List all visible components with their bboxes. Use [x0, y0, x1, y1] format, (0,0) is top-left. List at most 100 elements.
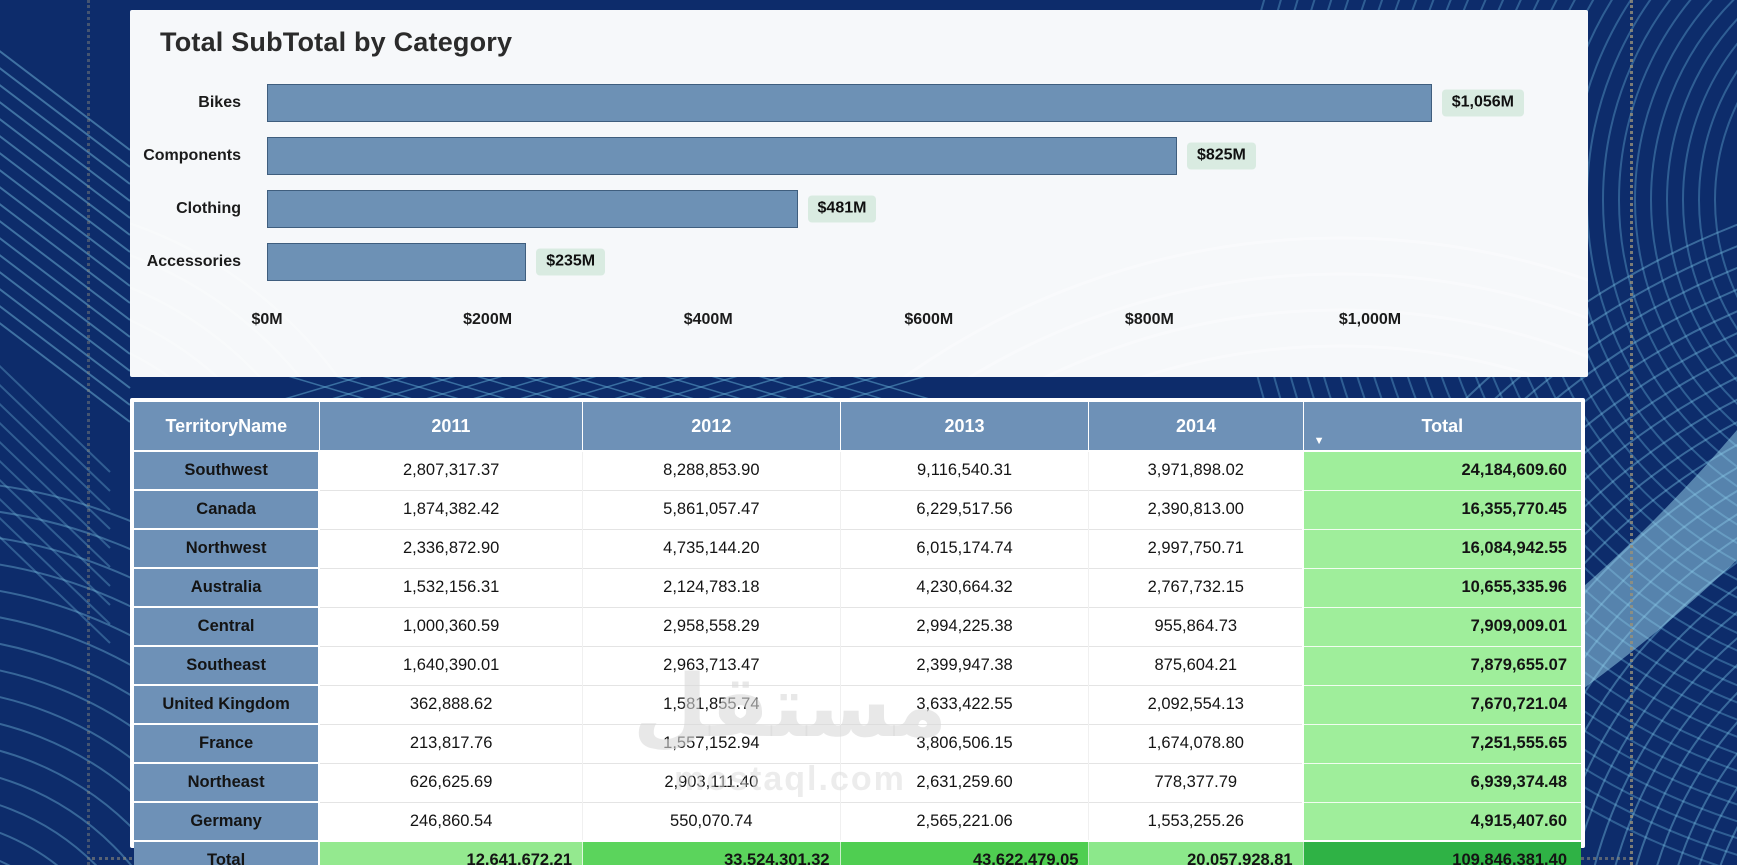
total-cell[interactable]: 43,622,479.05 [840, 840, 1090, 865]
table-row: France 213,817.76 1,557,152.94 3,806,506.15… [134, 723, 1581, 763]
background-decoration [130, 350, 270, 377]
bar-row: Components $825M [130, 137, 1588, 175]
x-axis-tick: $600M [904, 311, 954, 328]
row-label[interactable]: United Kingdom [134, 684, 321, 724]
table-cell[interactable]: 10,655,335.96 [1302, 567, 1581, 607]
category-label: Components [143, 147, 241, 164]
table-cell[interactable]: 3,806,506.15 [840, 723, 1090, 763]
row-label[interactable]: Canada [134, 489, 321, 529]
axis-track: $0M $200M $400M $600M $800M $1,000M [251, 311, 1563, 333]
x-axis: $0M $200M $400M $600M $800M $1,000M [130, 311, 1588, 333]
table-cell[interactable]: 6,015,174.74 [840, 528, 1090, 568]
table-cell[interactable]: 2,092,554.13 [1088, 684, 1304, 724]
table-cell[interactable]: 4,735,144.20 [582, 528, 841, 568]
table-cell[interactable]: 3,633,422.55 [840, 684, 1090, 724]
table-cell[interactable]: 1,874,382.42 [319, 489, 584, 529]
table-cell[interactable]: 2,767,732.15 [1088, 567, 1304, 607]
background-decoration [0, 305, 131, 406]
table-cell[interactable]: 2,390,813.00 [1088, 489, 1304, 529]
table-cell[interactable]: 1,532,156.31 [319, 567, 584, 607]
table-cell[interactable]: 24,184,609.60 [1302, 450, 1581, 490]
table-cell[interactable]: 2,631,259.60 [840, 762, 1090, 802]
table-cell[interactable]: 1,000,360.59 [319, 606, 584, 646]
matrix-table-visual: TerritoryName 2011 2012 2013 2014 Total ▼ Sout… [130, 398, 1585, 865]
table-cell[interactable]: 778,377.79 [1088, 762, 1304, 802]
table-cell[interactable]: 2,958,558.29 [582, 606, 841, 646]
table-row: Canada 1,874,382.42 5,861,057.47 6,229,517.… [134, 489, 1581, 529]
row-label[interactable]: Germany [134, 801, 321, 841]
column-header-territoryname[interactable]: TerritoryName [134, 402, 320, 452]
table-cell[interactable]: 1,581,855.74 [582, 684, 841, 724]
table-cell[interactable]: 362,888.62 [319, 684, 584, 724]
table-cell[interactable]: 1,640,390.01 [319, 645, 584, 685]
table-cell[interactable]: 3,971,898.02 [1088, 450, 1304, 490]
table-cell[interactable]: 7,251,555.65 [1302, 723, 1581, 763]
total-cell[interactable]: 12,641,672.21 [319, 840, 584, 865]
column-header-2014[interactable]: 2014 [1088, 402, 1304, 452]
column-header-2013[interactable]: 2013 [840, 402, 1090, 452]
background-decoration [0, 517, 111, 625]
category-label: Clothing [176, 200, 241, 217]
bar-accessories[interactable] [267, 243, 527, 281]
table-cell[interactable]: 2,124,783.18 [582, 567, 841, 607]
table-cell[interactable]: 626,625.69 [319, 762, 584, 802]
table-cell[interactable]: 6,229,517.56 [840, 489, 1090, 529]
table-cell[interactable]: 2,963,713.47 [582, 645, 841, 685]
table-cell[interactable]: 8,288,853.90 [582, 450, 841, 490]
table-cell[interactable]: 4,915,407.60 [1302, 801, 1581, 841]
bar-clothing[interactable] [267, 190, 798, 228]
column-header-total[interactable]: Total ▼ [1303, 402, 1581, 452]
table-cell[interactable]: 955,864.73 [1088, 606, 1304, 646]
background-decoration [0, 384, 111, 492]
table-cell[interactable]: 2,994,225.38 [840, 606, 1090, 646]
table-cell[interactable]: 5,861,057.47 [582, 489, 841, 529]
table-cell[interactable]: 7,879,655.07 [1302, 645, 1581, 685]
table-cell[interactable]: 6,939,374.48 [1302, 762, 1581, 802]
row-label[interactable]: Central [134, 606, 321, 646]
table-cell[interactable]: 2,807,317.37 [319, 450, 584, 490]
table-cell[interactable]: 2,399,947.38 [840, 645, 1090, 685]
background-decoration [0, 422, 111, 530]
data-label: $1,056M [1441, 89, 1524, 117]
report-canvas: Total SubTotal by Category Bikes $1,056M C… [0, 0, 1737, 865]
total-cell[interactable]: 33,524,301.32 [582, 840, 841, 865]
column-header-2012[interactable]: 2012 [582, 402, 841, 452]
bar-components[interactable] [267, 137, 1177, 175]
table-cell[interactable]: 16,355,770.45 [1302, 489, 1581, 529]
table-cell[interactable]: 1,557,152.94 [582, 723, 841, 763]
row-label[interactable]: France [134, 723, 321, 763]
table-cell[interactable]: 1,674,078.80 [1088, 723, 1304, 763]
grand-total-cell[interactable]: 109,846,381.40 [1303, 840, 1581, 865]
bar-track: $825M [267, 137, 1563, 175]
row-label[interactable]: Southwest [134, 450, 321, 490]
table-cell[interactable]: 4,230,664.32 [840, 567, 1090, 607]
table-cell[interactable]: 1,553,255.26 [1088, 801, 1304, 841]
total-cell[interactable]: 20,057,928.81 [1088, 840, 1304, 865]
table-header-row: TerritoryName 2011 2012 2013 2014 Total ▼ [134, 402, 1581, 452]
table-cell[interactable]: 550,070.74 [582, 801, 841, 841]
table-cell[interactable]: 16,084,942.55 [1302, 528, 1581, 568]
table-cell[interactable]: 2,903,111.40 [582, 762, 841, 802]
table-cell[interactable]: 2,336,872.90 [319, 528, 584, 568]
table-cell[interactable]: 2,565,221.06 [840, 801, 1090, 841]
table-cell[interactable]: 7,909,009.01 [1302, 606, 1581, 646]
table-cell[interactable]: 246,860.54 [319, 801, 584, 841]
column-header-2011[interactable]: 2011 [319, 402, 584, 452]
x-axis-tick: $0M [251, 311, 283, 328]
table-row: Germany 246,860.54 550,070.74 2,565,221.06 1… [134, 801, 1581, 841]
row-label[interactable]: Southeast [134, 645, 321, 685]
bar-row: Accessories $235M [130, 243, 1588, 281]
row-label[interactable]: Northwest [134, 528, 321, 568]
bar-row: Clothing $481M [130, 190, 1588, 228]
total-row-label[interactable]: Total [134, 840, 321, 865]
bar-bikes[interactable] [267, 84, 1432, 122]
table-cell[interactable]: 875,604.21 [1088, 645, 1304, 685]
table-cell[interactable]: 9,116,540.31 [840, 450, 1090, 490]
row-label[interactable]: Australia [134, 567, 321, 607]
row-label[interactable]: Northeast [134, 762, 321, 802]
table-cell[interactable]: 7,670,721.04 [1302, 684, 1581, 724]
x-axis-tick: $200M [463, 311, 513, 328]
background-decoration [1137, 344, 1543, 377]
table-cell[interactable]: 2,997,750.71 [1088, 528, 1304, 568]
table-cell[interactable]: 213,817.76 [319, 723, 584, 763]
